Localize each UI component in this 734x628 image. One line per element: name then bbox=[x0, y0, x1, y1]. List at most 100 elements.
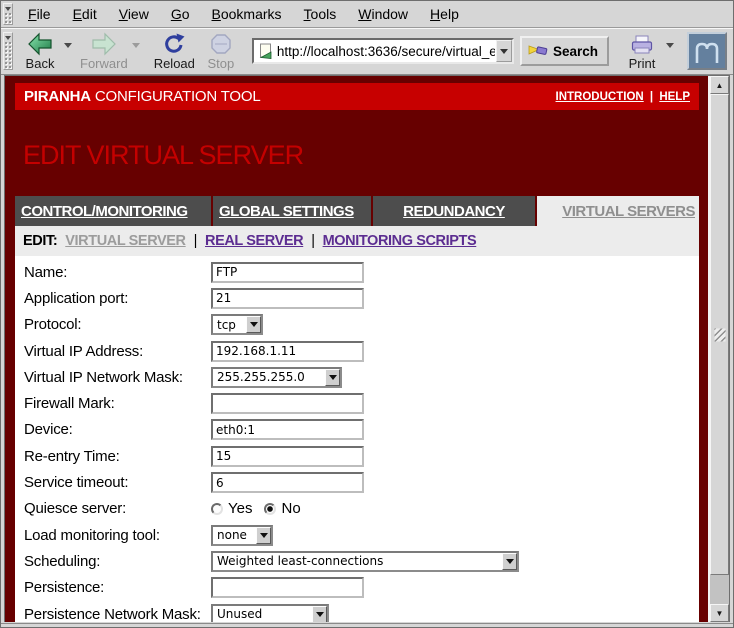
name-label: Name: bbox=[24, 264, 211, 281]
virtual-ip-input[interactable] bbox=[211, 341, 364, 362]
edit-subnav: EDIT: VIRTUAL SERVER | REAL SERVER | MON… bbox=[15, 226, 699, 256]
firewall-mark-input[interactable] bbox=[211, 393, 364, 414]
service-timeout-input[interactable] bbox=[211, 472, 364, 493]
persistence-netmask-label: Persistence Network Mask: bbox=[24, 606, 211, 623]
stop-button[interactable]: Stop bbox=[198, 30, 244, 72]
chevron-down-icon bbox=[500, 49, 508, 54]
protocol-label: Protocol: bbox=[24, 316, 211, 333]
form-row-name: Name: bbox=[15, 259, 699, 285]
menu-window[interactable]: Window bbox=[347, 3, 419, 25]
url-dropdown-button[interactable] bbox=[496, 40, 512, 62]
select-arrow-icon bbox=[246, 316, 261, 333]
name-input[interactable] bbox=[211, 262, 364, 283]
quiesce-radio-group: Yes No bbox=[211, 500, 313, 517]
forward-button[interactable]: Forward bbox=[77, 30, 131, 72]
main-tabs: CONTROL/MONITORING GLOBAL SETTINGS REDUN… bbox=[15, 196, 699, 226]
quiesce-no-label: No bbox=[281, 500, 300, 517]
tab-label: REDUNDANCY bbox=[403, 203, 505, 220]
device-input[interactable] bbox=[211, 419, 364, 440]
print-button[interactable]: Print bbox=[619, 30, 665, 72]
menu-file[interactable]: File bbox=[17, 3, 62, 25]
subnav-real-server-link[interactable]: REAL SERVER bbox=[205, 233, 303, 249]
reload-button[interactable]: Reload bbox=[151, 30, 198, 72]
back-button[interactable]: Back bbox=[17, 30, 63, 72]
quiesce-no-option[interactable]: No bbox=[264, 500, 300, 517]
protocol-select[interactable]: tcp bbox=[211, 314, 263, 335]
quiesce-yes-option[interactable]: Yes bbox=[211, 500, 252, 517]
select-arrow-icon bbox=[325, 369, 340, 386]
menu-edit[interactable]: Edit bbox=[62, 3, 108, 25]
mozilla-logo-button[interactable] bbox=[687, 32, 727, 70]
print-dropdown-icon[interactable] bbox=[666, 43, 674, 48]
form-row-device: Device: bbox=[15, 417, 699, 443]
form-row-scheduling: Scheduling: Weighted least-connections bbox=[15, 548, 699, 574]
form-row-persistence-netmask: Persistence Network Mask: Unused bbox=[15, 601, 699, 622]
menu-help[interactable]: Help bbox=[419, 3, 470, 25]
persistence-netmask-select[interactable]: Unused bbox=[211, 604, 329, 623]
form-row-firewall-mark: Firewall Mark: bbox=[15, 390, 699, 416]
tab-virtual-servers[interactable]: VIRTUAL SERVERS bbox=[537, 196, 699, 226]
browser-content: PIRANHA CONFIGURATION TOOL INTRODUCTION … bbox=[4, 75, 730, 622]
menu-bookmarks[interactable]: Bookmarks bbox=[201, 3, 293, 25]
brand-bold: PIRANHA bbox=[24, 88, 91, 105]
tab-redundancy[interactable]: REDUNDANCY bbox=[373, 196, 535, 226]
quiesce-server-label: Quiesce server: bbox=[24, 500, 211, 517]
window-bottom-frame bbox=[1, 623, 733, 627]
select-arrow-icon bbox=[502, 553, 517, 570]
back-dropdown-icon[interactable] bbox=[64, 43, 72, 48]
form-row-service-timeout: Service timeout: bbox=[15, 469, 699, 495]
menu-view[interactable]: View bbox=[108, 3, 160, 25]
menu-go[interactable]: Go bbox=[160, 3, 201, 25]
load-monitoring-select[interactable]: none bbox=[211, 525, 273, 546]
tab-control-monitoring[interactable]: CONTROL/MONITORING bbox=[15, 196, 211, 226]
page-proxy-icon[interactable] bbox=[254, 43, 276, 59]
mozilla-m-icon bbox=[692, 37, 722, 65]
help-link[interactable]: HELP bbox=[659, 91, 690, 103]
search-button[interactable]: Search bbox=[520, 36, 609, 66]
toolbar-grip-handle[interactable] bbox=[3, 32, 13, 70]
scrollbar-grip-icon bbox=[714, 328, 725, 341]
form-row-quiesce-server: Quiesce server: Yes No bbox=[15, 496, 699, 522]
protocol-select-value: tcp bbox=[213, 318, 240, 332]
form-row-protocol: Protocol: tcp bbox=[15, 312, 699, 338]
vertical-scrollbar: ▲ ▼ bbox=[708, 76, 729, 622]
scheduling-label: Scheduling: bbox=[24, 553, 211, 570]
subnav-separator: | bbox=[311, 233, 314, 249]
load-monitoring-label: Load monitoring tool: bbox=[24, 527, 211, 544]
search-flashlight-icon bbox=[528, 43, 548, 59]
reentry-time-label: Re-entry Time: bbox=[24, 448, 211, 465]
scrollbar-thumb[interactable] bbox=[710, 94, 729, 575]
persistence-input[interactable] bbox=[211, 577, 364, 598]
subnav-virtual-server-link[interactable]: VIRTUAL SERVER bbox=[65, 233, 185, 249]
service-timeout-label: Service timeout: bbox=[24, 474, 211, 491]
menu-tools[interactable]: Tools bbox=[293, 3, 348, 25]
scrollbar-track[interactable] bbox=[710, 575, 729, 604]
virtual-ip-netmask-select[interactable]: 255.255.255.0 bbox=[211, 367, 342, 388]
print-icon bbox=[629, 32, 655, 56]
virtual-ip-netmask-label: Virtual IP Network Mask: bbox=[24, 369, 211, 386]
grip-collapse-icon bbox=[4, 34, 12, 41]
quiesce-yes-label: Yes bbox=[228, 500, 252, 517]
stop-icon bbox=[209, 32, 233, 56]
scheduling-select[interactable]: Weighted least-connections bbox=[211, 551, 519, 572]
application-port-input[interactable] bbox=[211, 288, 364, 309]
print-button-label: Print bbox=[629, 56, 656, 71]
menubar-grip-handle[interactable] bbox=[3, 3, 13, 25]
subnav-monitoring-scripts-link[interactable]: MONITORING SCRIPTS bbox=[323, 233, 477, 249]
menu-bar: File Edit View Go Bookmarks Tools Window… bbox=[1, 1, 733, 28]
piranha-page: PIRANHA CONFIGURATION TOOL INTRODUCTION … bbox=[5, 76, 708, 622]
virtual-ip-label: Virtual IP Address: bbox=[24, 343, 211, 360]
forward-arrow-icon bbox=[91, 32, 117, 56]
edit-prefix: EDIT: bbox=[23, 233, 57, 249]
forward-dropdown-icon[interactable] bbox=[132, 43, 140, 48]
application-port-label: Application port: bbox=[24, 290, 211, 307]
tab-global-settings[interactable]: GLOBAL SETTINGS bbox=[213, 196, 371, 226]
back-button-label: Back bbox=[26, 56, 55, 71]
select-arrow-icon bbox=[256, 527, 271, 544]
firewall-mark-label: Firewall Mark: bbox=[24, 395, 211, 412]
introduction-link[interactable]: INTRODUCTION bbox=[556, 91, 644, 103]
reentry-time-input[interactable] bbox=[211, 446, 364, 467]
scroll-down-button[interactable]: ▼ bbox=[710, 604, 729, 622]
url-input[interactable] bbox=[276, 40, 496, 62]
scroll-up-button[interactable]: ▲ bbox=[710, 76, 729, 94]
